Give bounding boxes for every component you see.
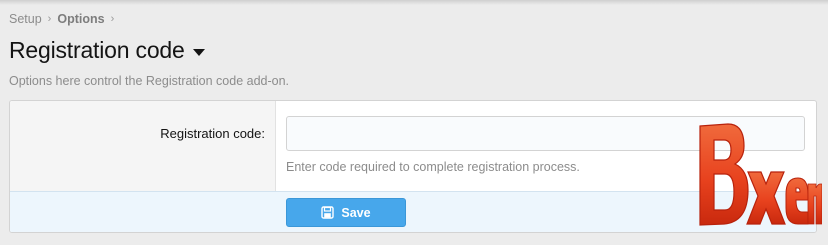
floppy-disk-icon <box>321 206 335 219</box>
registration-code-label: Registration code: <box>160 126 265 141</box>
breadcrumb-item-setup[interactable]: Setup <box>9 12 42 26</box>
page-title: Registration code <box>9 37 185 63</box>
bxen-logo <box>694 112 823 242</box>
registration-code-hint: Enter code required to complete registra… <box>286 160 580 174</box>
top-shadow <box>0 0 828 5</box>
save-button-label: Save <box>341 205 371 220</box>
save-button[interactable]: Save <box>286 198 406 227</box>
form-label-column: Registration code: <box>10 101 276 191</box>
breadcrumb-item-options[interactable]: Options <box>57 12 104 26</box>
breadcrumb-separator: › <box>110 13 115 25</box>
breadcrumb: Setup › Options › <box>9 12 114 26</box>
caret-down-icon[interactable] <box>192 48 205 56</box>
page-description: Options here control the Registration co… <box>9 74 290 88</box>
breadcrumb-separator: › <box>47 13 52 25</box>
title-row: Registration code <box>9 37 205 64</box>
